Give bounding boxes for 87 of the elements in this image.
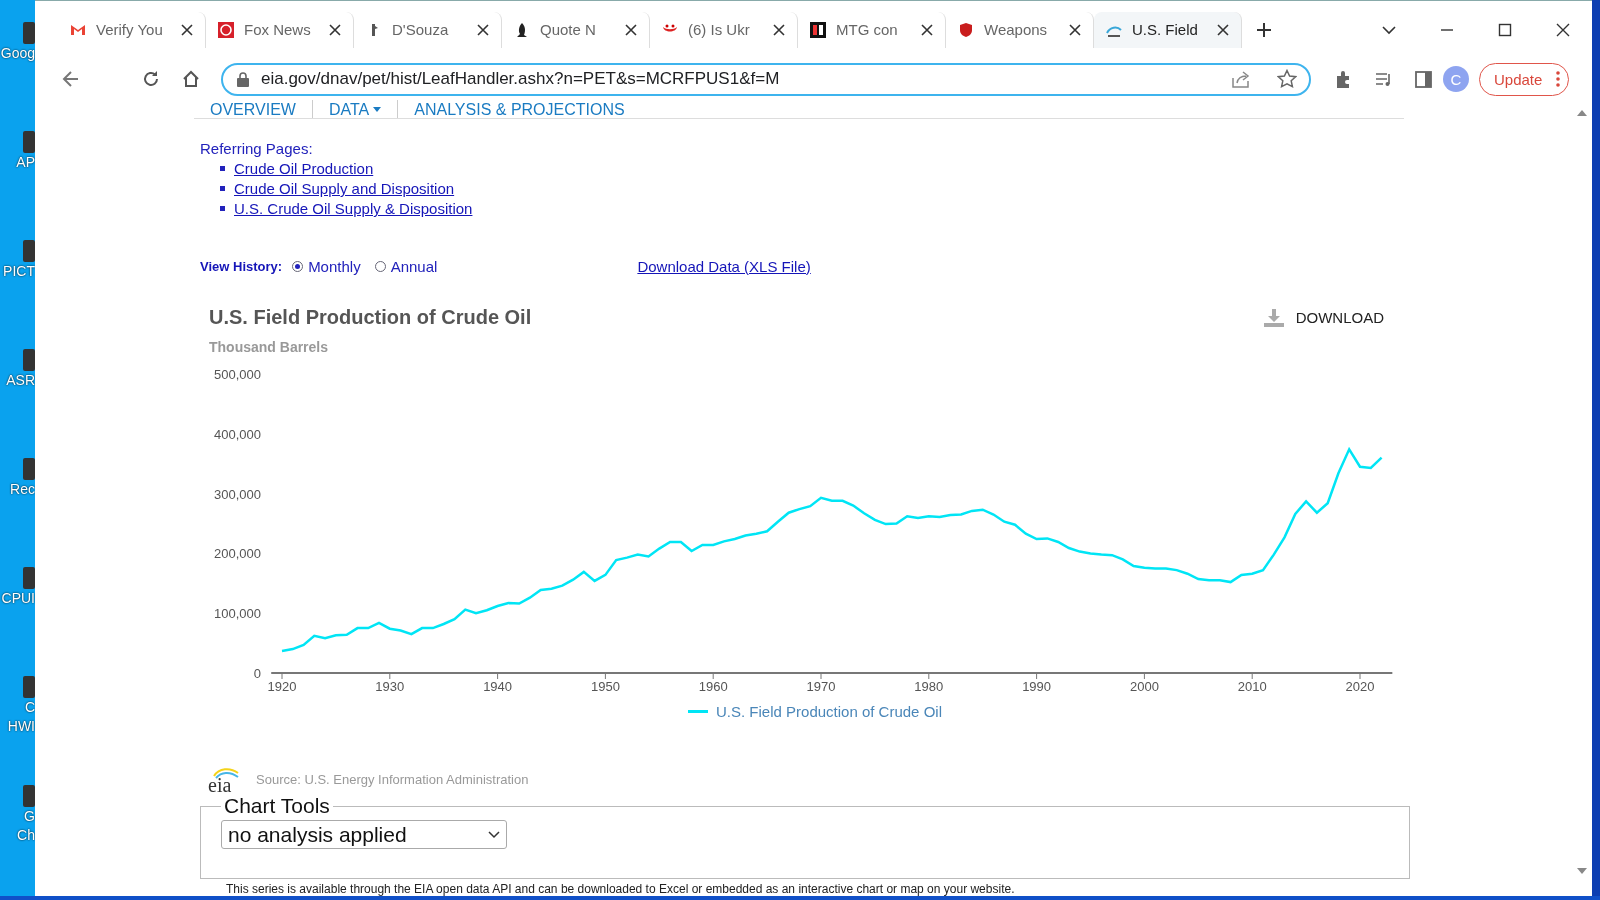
x-tick-label: 2020 xyxy=(1345,679,1375,693)
y-tick-label: 500,000 xyxy=(214,367,261,382)
shield-icon xyxy=(958,21,974,38)
address-bar[interactable]: eia.gov/dnav/pet/hist/LeafHandler.ashx?n=PET&s=MCRFPUS1&f=M xyxy=(221,62,1311,96)
nav-tab[interactable]: ANALYSIS & PROJECTIONS xyxy=(398,100,641,118)
new-tab-icon[interactable] xyxy=(1256,21,1272,38)
legend-line-icon xyxy=(688,710,709,713)
y-tick-label: 300,000 xyxy=(214,486,261,502)
desktop-icon-label: Goog xyxy=(0,44,35,63)
bullet-icon xyxy=(220,206,225,211)
caret-icon xyxy=(373,106,382,112)
tab-close-button[interactable] xyxy=(1215,21,1231,38)
scroll-up-icon[interactable] xyxy=(1577,110,1587,116)
chevron-down-icon xyxy=(488,830,500,839)
source-note: Source: U.S. Energy Information Administration xyxy=(256,771,529,787)
browser-tab[interactable]: Quote N xyxy=(502,11,650,48)
globe-icon xyxy=(218,21,234,38)
x-tick-label: 2000 xyxy=(1129,679,1159,693)
analysis-dropdown[interactable]: no analysis applied xyxy=(221,820,507,849)
share-icon[interactable] xyxy=(1231,70,1251,88)
referring-page-link[interactable]: U.S. Crude Oil Supply & Disposition xyxy=(234,200,473,217)
frequency-radio[interactable]: Monthly xyxy=(292,257,361,275)
bullet-icon xyxy=(220,166,225,171)
browser-tab[interactable]: Verify You xyxy=(58,11,206,48)
x-tick-label: 1930 xyxy=(375,679,405,693)
tab-close-button[interactable] xyxy=(771,21,787,38)
download-icon xyxy=(1263,308,1284,327)
home-icon[interactable] xyxy=(181,69,201,89)
download-data-link[interactable]: Download Data (XLS File) xyxy=(637,257,811,275)
close-icon[interactable] xyxy=(1555,21,1571,38)
nav-tab[interactable]: DATA xyxy=(311,100,399,118)
desktop-icon-label: ASR xyxy=(6,371,35,390)
y-tick-label: 0 xyxy=(253,666,261,681)
tab-close-button[interactable] xyxy=(327,21,343,38)
tab-close-button[interactable] xyxy=(179,21,195,38)
logo: eia xyxy=(206,764,242,794)
referring-page-link[interactable]: Crude Oil Production xyxy=(234,160,374,177)
x-tick-label: 1920 xyxy=(267,679,297,693)
desktop-icon-label: C xyxy=(24,698,35,717)
frequency-radio[interactable]: Annual xyxy=(374,257,438,275)
desktop-icon-label: AP xyxy=(16,153,35,172)
tab-close-button[interactable] xyxy=(919,21,935,38)
x-tick-label: 2010 xyxy=(1237,679,1267,693)
star-icon[interactable] xyxy=(1277,69,1297,89)
desktop-icon-label: Rec xyxy=(10,480,35,499)
more-icon xyxy=(1556,71,1561,87)
browser-tab[interactable]: (6) Is Ukr xyxy=(650,11,798,48)
lock-icon xyxy=(237,71,249,87)
x-tick-label: 1990 xyxy=(1022,679,1052,693)
logo-icon xyxy=(810,21,826,38)
update-button[interactable]: Update xyxy=(1479,62,1570,96)
y-tick-label: 200,000 xyxy=(214,546,261,562)
chart-tools-title: Chart Tools xyxy=(223,794,331,818)
side-panel-icon[interactable] xyxy=(1413,69,1433,89)
desktop-icon-label: PICT xyxy=(3,262,35,281)
legend-label: U.S. Field Production of Crude Oil xyxy=(716,703,942,720)
x-tick-label: 1940 xyxy=(483,679,513,693)
browser-tab[interactable]: MTG con xyxy=(798,11,946,48)
reload-icon[interactable] xyxy=(141,69,161,89)
chart-download-button[interactable]: DOWNLOAD xyxy=(1257,307,1390,328)
browser-tab[interactable]: D'Souza xyxy=(354,11,502,48)
bullet-icon xyxy=(220,186,225,191)
x-tick-label: 1980 xyxy=(914,679,944,693)
desktop-icon-label: CPUI xyxy=(1,589,35,608)
y-tick-label: 100,000 xyxy=(214,606,261,622)
desktop-icon-label: Ch xyxy=(17,826,35,845)
tab-close-button[interactable] xyxy=(623,21,639,38)
referring-pages-heading: Referring Pages: xyxy=(200,140,314,157)
back-icon[interactable] xyxy=(61,69,81,89)
tab-close-button[interactable] xyxy=(1067,21,1083,38)
view-history-label: View History: xyxy=(200,258,283,274)
axis-unit-label: Thousand Barrels xyxy=(209,339,330,355)
nav-tab[interactable]: OVERVIEW xyxy=(194,100,312,118)
browser-tab[interactable]: Fox News xyxy=(206,11,354,48)
desktop-icon-label: G xyxy=(24,807,35,826)
referring-page-link[interactable]: Crude Oil Supply and Disposition xyxy=(234,180,455,197)
browser-tab[interactable]: U.S. Field xyxy=(1094,11,1242,48)
x-tick-label: 1970 xyxy=(806,679,836,693)
scroll-down-icon[interactable] xyxy=(1577,868,1587,874)
maximize-icon[interactable] xyxy=(1497,21,1513,38)
api-note: This series is available through the EIA open data API and can be downloaded to Excel or embedded as an interactive chart or map on your website. xyxy=(226,882,1016,896)
desktop-icon-label: HWI xyxy=(7,717,35,736)
chart-title: U.S. Field Production of Crude Oil xyxy=(209,306,533,329)
tab-close-button[interactable] xyxy=(475,21,491,38)
x-tick-label: 1950 xyxy=(590,679,620,693)
y-tick-label: 400,000 xyxy=(214,426,261,442)
x-tick-label: 1960 xyxy=(698,679,728,693)
